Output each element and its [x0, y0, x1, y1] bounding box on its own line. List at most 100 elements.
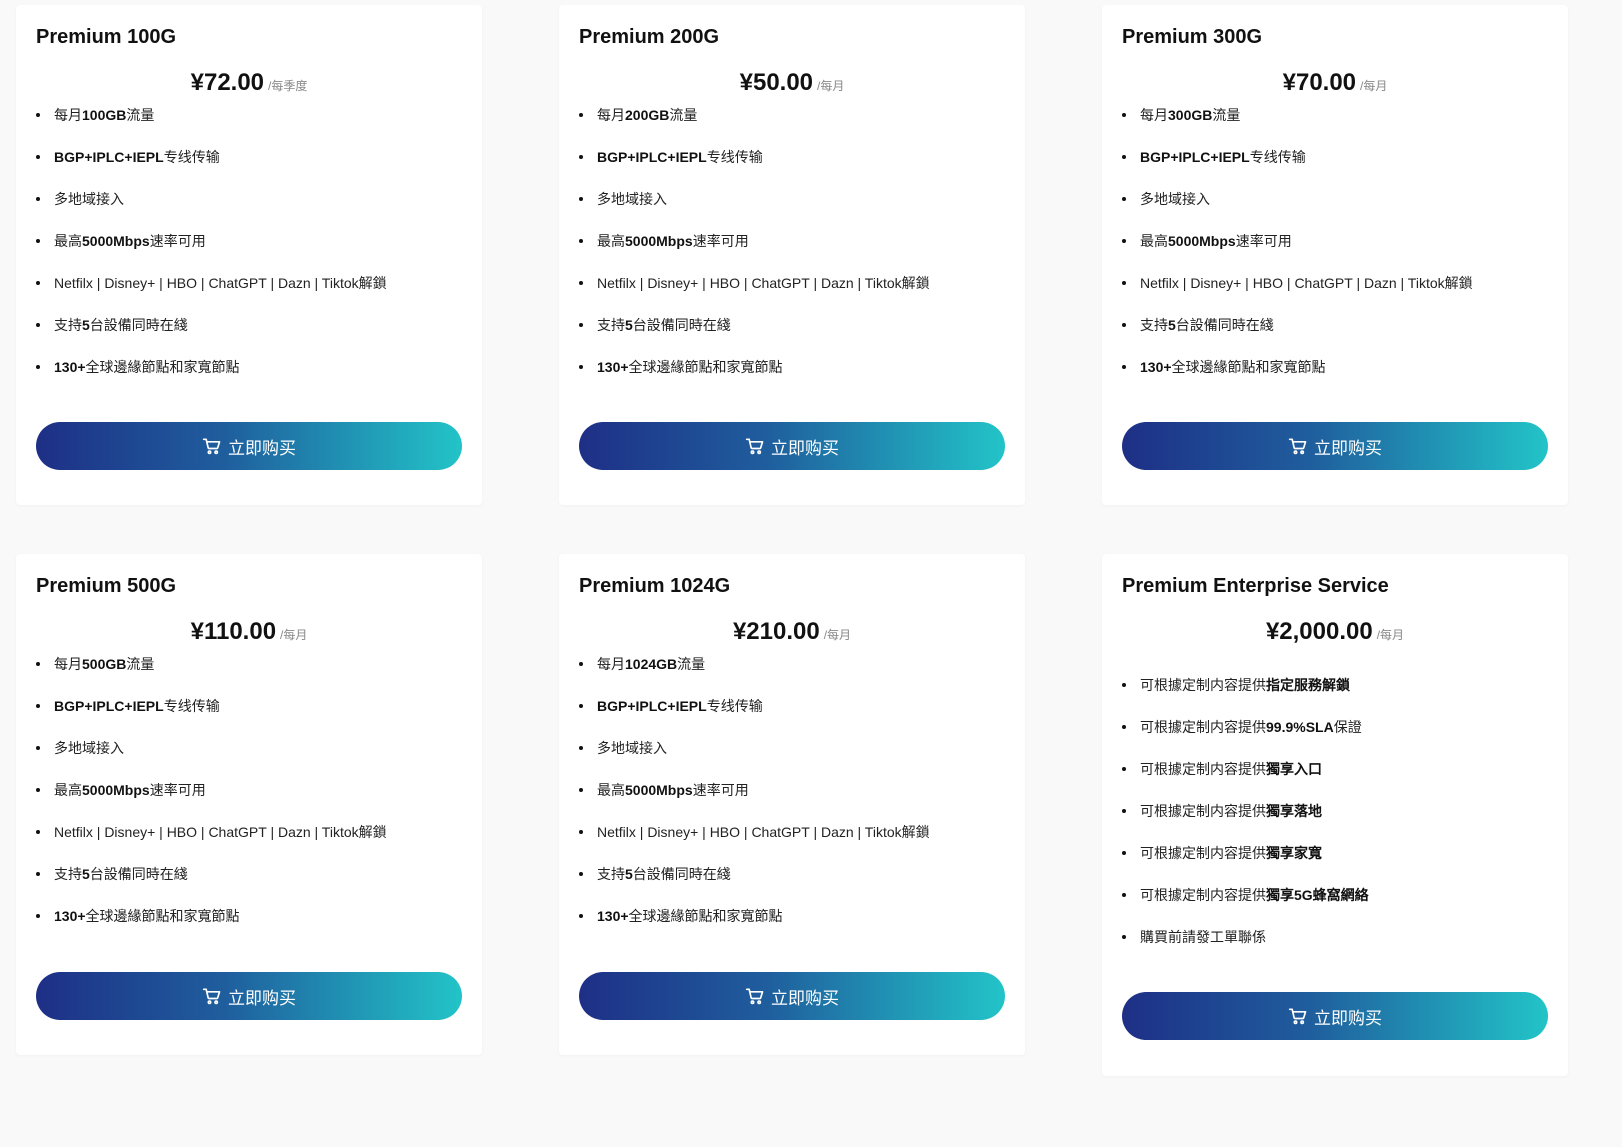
bullet-icon	[36, 704, 40, 708]
feature-line: BGP+IPLC+IEPL专线传输	[36, 148, 462, 190]
feature-unlock: Netfilx | Disney+ | HBO | ChatGPT | Dazn…	[579, 274, 1005, 316]
price-amount: ¥2,000.00	[1265, 618, 1373, 645]
buy-button[interactable]: 立即购买	[36, 422, 462, 470]
bullet-icon	[36, 746, 40, 750]
bullet-icon	[579, 788, 583, 792]
feature-speed: 最高5000Mbps速率可用	[36, 232, 462, 274]
feature-unlock: 可根據定制内容提供指定服務解鎖	[1122, 676, 1548, 718]
plan-title: Premium 200G	[579, 26, 720, 48]
feature-list: 每月1024GB流量 BGP+IPLC+IEPL专线传输 多地域接入 最高500…	[579, 655, 1005, 949]
cart-icon	[1288, 1008, 1307, 1025]
plan-title: Premium 100G	[36, 26, 177, 48]
feature-devices: 支持5台設備同時在綫	[36, 865, 462, 907]
price-period: /每月	[1360, 79, 1388, 93]
feature-regions: 多地域接入	[579, 739, 1005, 781]
bullet-icon	[1122, 155, 1126, 159]
plan-price: ¥72.00/每季度	[16, 69, 482, 97]
bullet-icon	[36, 239, 40, 243]
feature-nodes: 130+全球邊緣節點和家寬節點	[579, 907, 1005, 949]
feature-line: BGP+IPLC+IEPL专线传输	[579, 697, 1005, 739]
feature-5g: 可根據定制内容提供獨享5G蜂窩網絡	[1122, 886, 1548, 928]
buy-label: 立即购买	[228, 988, 296, 1009]
buy-button[interactable]: 立即购买	[1122, 422, 1548, 470]
plan-price: ¥110.00/每月	[16, 618, 482, 646]
feature-line: BGP+IPLC+IEPL专线传输	[36, 697, 462, 739]
buy-label: 立即购买	[1314, 438, 1382, 459]
bullet-icon	[1122, 197, 1126, 201]
feature-devices: 支持5台設備同時在綫	[579, 865, 1005, 907]
feature-traffic: 每月100GB流量	[36, 106, 462, 148]
price-period: /每季度	[268, 79, 308, 93]
plan-card-200g: Premium 200G ¥50.00/每月 每月200GB流量 BGP+IPL…	[559, 5, 1025, 505]
feature-unlock: Netfilx | Disney+ | HBO | ChatGPT | Dazn…	[36, 823, 462, 865]
feature-speed: 最高5000Mbps速率可用	[36, 781, 462, 823]
price-period: /每月	[280, 628, 308, 642]
bullet-icon	[36, 155, 40, 159]
plan-card-300g: Premium 300G ¥70.00/每月 每月300GB流量 BGP+IPL…	[1102, 5, 1568, 505]
bullet-icon	[579, 704, 583, 708]
buy-label: 立即购买	[771, 988, 839, 1009]
price-period: /每月	[1376, 628, 1405, 642]
bullet-icon	[579, 113, 583, 117]
bullet-icon	[579, 365, 583, 369]
buy-button[interactable]: 立即购买	[1122, 992, 1548, 1040]
feature-devices: 支持5台設備同時在綫	[36, 316, 462, 358]
cart-icon	[202, 988, 221, 1005]
bullet-icon	[579, 872, 583, 876]
feature-traffic: 每月300GB流量	[1122, 106, 1548, 148]
plan-title: Premium 1024G	[579, 575, 731, 597]
feature-list: 每月200GB流量 BGP+IPLC+IEPL专线传输 多地域接入 最高5000…	[579, 106, 1005, 400]
bullet-icon	[1122, 725, 1126, 729]
feature-line: BGP+IPLC+IEPL专线传输	[1122, 148, 1548, 190]
buy-button[interactable]: 立即购买	[36, 972, 462, 1020]
buy-label: 立即购买	[1314, 1008, 1382, 1029]
bullet-icon	[1122, 893, 1126, 897]
bullet-icon	[579, 197, 583, 201]
bullet-icon	[1122, 767, 1126, 771]
bullet-icon	[1122, 113, 1126, 117]
feature-sla: 可根據定制内容提供99.9%SLA保證	[1122, 718, 1548, 760]
bullet-icon	[36, 830, 40, 834]
cart-icon	[1288, 438, 1307, 455]
bullet-icon	[1122, 281, 1126, 285]
feature-nodes: 130+全球邊緣節點和家寬節點	[36, 358, 462, 400]
price-amount: ¥72.00	[190, 69, 265, 96]
bullet-icon	[36, 281, 40, 285]
price-amount: ¥110.00	[190, 618, 277, 645]
buy-label: 立即购买	[228, 438, 296, 459]
feature-speed: 最高5000Mbps速率可用	[579, 781, 1005, 823]
feature-list: 每月100GB流量 BGP+IPLC+IEPL专线传输 多地域接入 最高5000…	[36, 106, 462, 400]
bullet-icon	[1122, 323, 1126, 327]
bullet-icon	[36, 914, 40, 918]
bullet-icon	[1122, 239, 1126, 243]
buy-button[interactable]: 立即购买	[579, 972, 1005, 1020]
price-amount: ¥210.00	[732, 618, 820, 645]
feature-home-broadband: 可根據定制内容提供獨享家寬	[1122, 844, 1548, 886]
feature-nodes: 130+全球邊緣節點和家寬節點	[1122, 358, 1548, 400]
bullet-icon	[579, 239, 583, 243]
cart-icon	[745, 438, 764, 455]
feature-devices: 支持5台設備同時在綫	[1122, 316, 1548, 358]
plan-card-enterprise: Premium Enterprise Service ¥2,000.00/每月 …	[1102, 554, 1568, 1076]
plan-title: Premium 500G	[36, 575, 177, 597]
bullet-icon	[579, 830, 583, 834]
plan-price: ¥70.00/每月	[1102, 69, 1568, 97]
bullet-icon	[579, 746, 583, 750]
bullet-icon	[1122, 683, 1126, 687]
plan-price: ¥2,000.00/每月	[1102, 618, 1568, 646]
plan-price: ¥210.00/每月	[559, 618, 1025, 646]
price-period: /每月	[823, 628, 852, 642]
feature-regions: 多地域接入	[36, 190, 462, 232]
feature-unlock: Netfilx | Disney+ | HBO | ChatGPT | Dazn…	[36, 274, 462, 316]
plan-price: ¥50.00/每月	[559, 69, 1025, 97]
buy-button[interactable]: 立即购买	[579, 422, 1005, 470]
feature-list: 每月300GB流量 BGP+IPLC+IEPL专线传输 多地域接入 最高5000…	[1122, 106, 1548, 400]
bullet-icon	[36, 197, 40, 201]
bullet-icon	[36, 323, 40, 327]
bullet-icon	[36, 788, 40, 792]
bullet-icon	[36, 365, 40, 369]
bullet-icon	[579, 281, 583, 285]
feature-list: 可根據定制内容提供指定服務解鎖 可根據定制内容提供99.9%SLA保證 可根據定…	[1122, 676, 1548, 970]
bullet-icon	[579, 323, 583, 327]
feature-speed: 最高5000Mbps速率可用	[579, 232, 1005, 274]
